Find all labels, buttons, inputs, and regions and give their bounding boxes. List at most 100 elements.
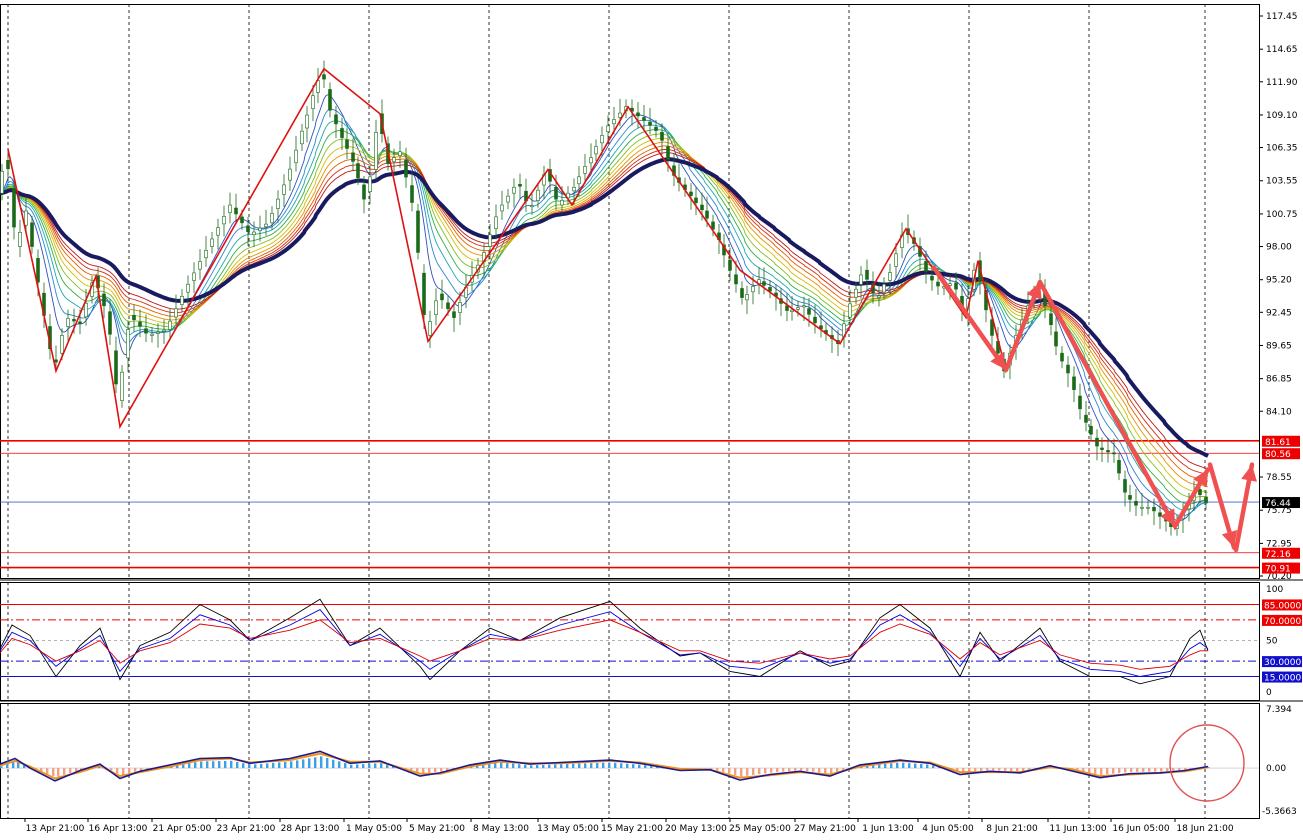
candle-body (859, 274, 863, 285)
macd-histogram-bar (128, 768, 131, 774)
candle-body (458, 302, 462, 313)
macd-histogram-bar (494, 763, 497, 769)
candle-body (222, 216, 226, 225)
candle-body (694, 197, 698, 203)
candle-body (572, 186, 576, 192)
macd-histogram-bar (500, 762, 503, 769)
macd-histogram-bar (200, 761, 203, 769)
candle-body (362, 184, 366, 200)
candle-body (762, 281, 766, 286)
macd-histogram-bar (212, 761, 215, 769)
candle-body (666, 146, 670, 160)
macd-histogram-bar (512, 763, 515, 769)
time-tick-label: 15 May 21:00 (601, 824, 663, 834)
macd-histogram-bar (914, 763, 917, 769)
price-tick-label: 100.75 (1266, 210, 1298, 220)
macd-histogram-bar (296, 760, 299, 769)
candle-body (790, 309, 794, 313)
macd-histogram-bar (716, 768, 719, 771)
candle-body (270, 213, 274, 224)
candle-body (374, 132, 378, 170)
candle-body (518, 183, 522, 187)
macd-histogram-bar (800, 768, 803, 771)
time-tick-label: 16 Apr 13:00 (89, 824, 148, 834)
candle-body (877, 295, 881, 298)
candle-body (18, 231, 22, 247)
rsi-panel-frame (0, 582, 1260, 701)
candle-body (102, 293, 106, 307)
candle-body (660, 131, 664, 141)
level-price-label: 81.61 (1265, 438, 1291, 448)
candle-body (180, 295, 184, 305)
candle-body (813, 316, 817, 324)
candle-body (340, 128, 344, 138)
candle-body (311, 95, 315, 109)
candle-body (1066, 364, 1070, 374)
macd-histogram-bar (806, 768, 809, 772)
macd-histogram-bar (368, 763, 371, 769)
rsi-axis-label: 100 (1266, 585, 1283, 595)
candle-body (398, 151, 402, 156)
candle-body (446, 302, 450, 310)
candle-body (488, 234, 492, 247)
macd-histogram-bar (548, 764, 551, 769)
candle-body (54, 359, 58, 363)
rsi-level-label: 30.0000 (1264, 658, 1301, 668)
candle-body (751, 286, 755, 293)
candle-body (368, 176, 372, 193)
rsi-level-label: 70.0000 (1264, 617, 1301, 627)
macd-histogram-bar (266, 763, 269, 769)
macd-histogram-bar (890, 763, 893, 769)
macd-histogram-bar (518, 764, 521, 769)
macd-histogram-bar (638, 764, 641, 769)
candle-body (305, 114, 309, 129)
price-tick-label: 84.10 (1266, 407, 1292, 417)
candle-body (1089, 425, 1093, 435)
rsi-level-label: 85.0000 (1264, 601, 1301, 611)
macd-axis-label: 7.394 (1266, 705, 1292, 715)
candle-body (60, 335, 64, 354)
macd-histogram-bar (824, 768, 827, 774)
macd-histogram-bar (260, 763, 263, 769)
macd-histogram-bar (1124, 768, 1127, 773)
candle-body (1146, 506, 1150, 509)
candle-body (1106, 450, 1110, 453)
macd-histogram-bar (356, 764, 359, 769)
candle-body (728, 259, 732, 271)
candle-body (705, 210, 709, 219)
macd-histogram-bar (380, 763, 383, 769)
candle-body (294, 149, 298, 164)
candle-body (192, 272, 196, 281)
macd-histogram-bar (350, 764, 353, 769)
candle-body (924, 261, 928, 272)
candle-body (612, 119, 616, 125)
macd-histogram-bar (1178, 768, 1181, 771)
price-tick-label: 86.85 (1266, 375, 1292, 385)
macd-histogram-bar (75, 768, 78, 772)
candle-body (894, 253, 898, 267)
candle-body (560, 199, 564, 206)
candle-body (328, 89, 332, 111)
candle-body (162, 329, 166, 332)
macd-histogram-bar (1142, 768, 1145, 772)
macd-histogram-bar (620, 763, 623, 769)
time-tick-label: 21 Apr 05:00 (153, 824, 212, 834)
macd-histogram-bar (134, 768, 137, 772)
candle-body (500, 204, 504, 212)
macd-histogram-bar (728, 768, 731, 774)
time-tick-label: 1 Jun 13:00 (862, 824, 914, 834)
macd-histogram-bar (626, 763, 629, 769)
candle-body (745, 294, 749, 301)
candle-body (138, 321, 142, 327)
time-tick-label: 8 May 13:00 (473, 824, 529, 834)
candle-body (1112, 452, 1116, 455)
macd-histogram-bar (722, 768, 725, 773)
time-tick-label: 27 May 21:00 (794, 824, 856, 834)
candle-body (351, 152, 355, 162)
macd-histogram-bar (644, 765, 647, 769)
macd-histogram-bar (782, 768, 785, 772)
macd-histogram-bar (12, 762, 15, 769)
macd-histogram-bar (776, 768, 779, 773)
macd-histogram-bar (302, 759, 305, 769)
macd-histogram-bar (734, 768, 737, 776)
